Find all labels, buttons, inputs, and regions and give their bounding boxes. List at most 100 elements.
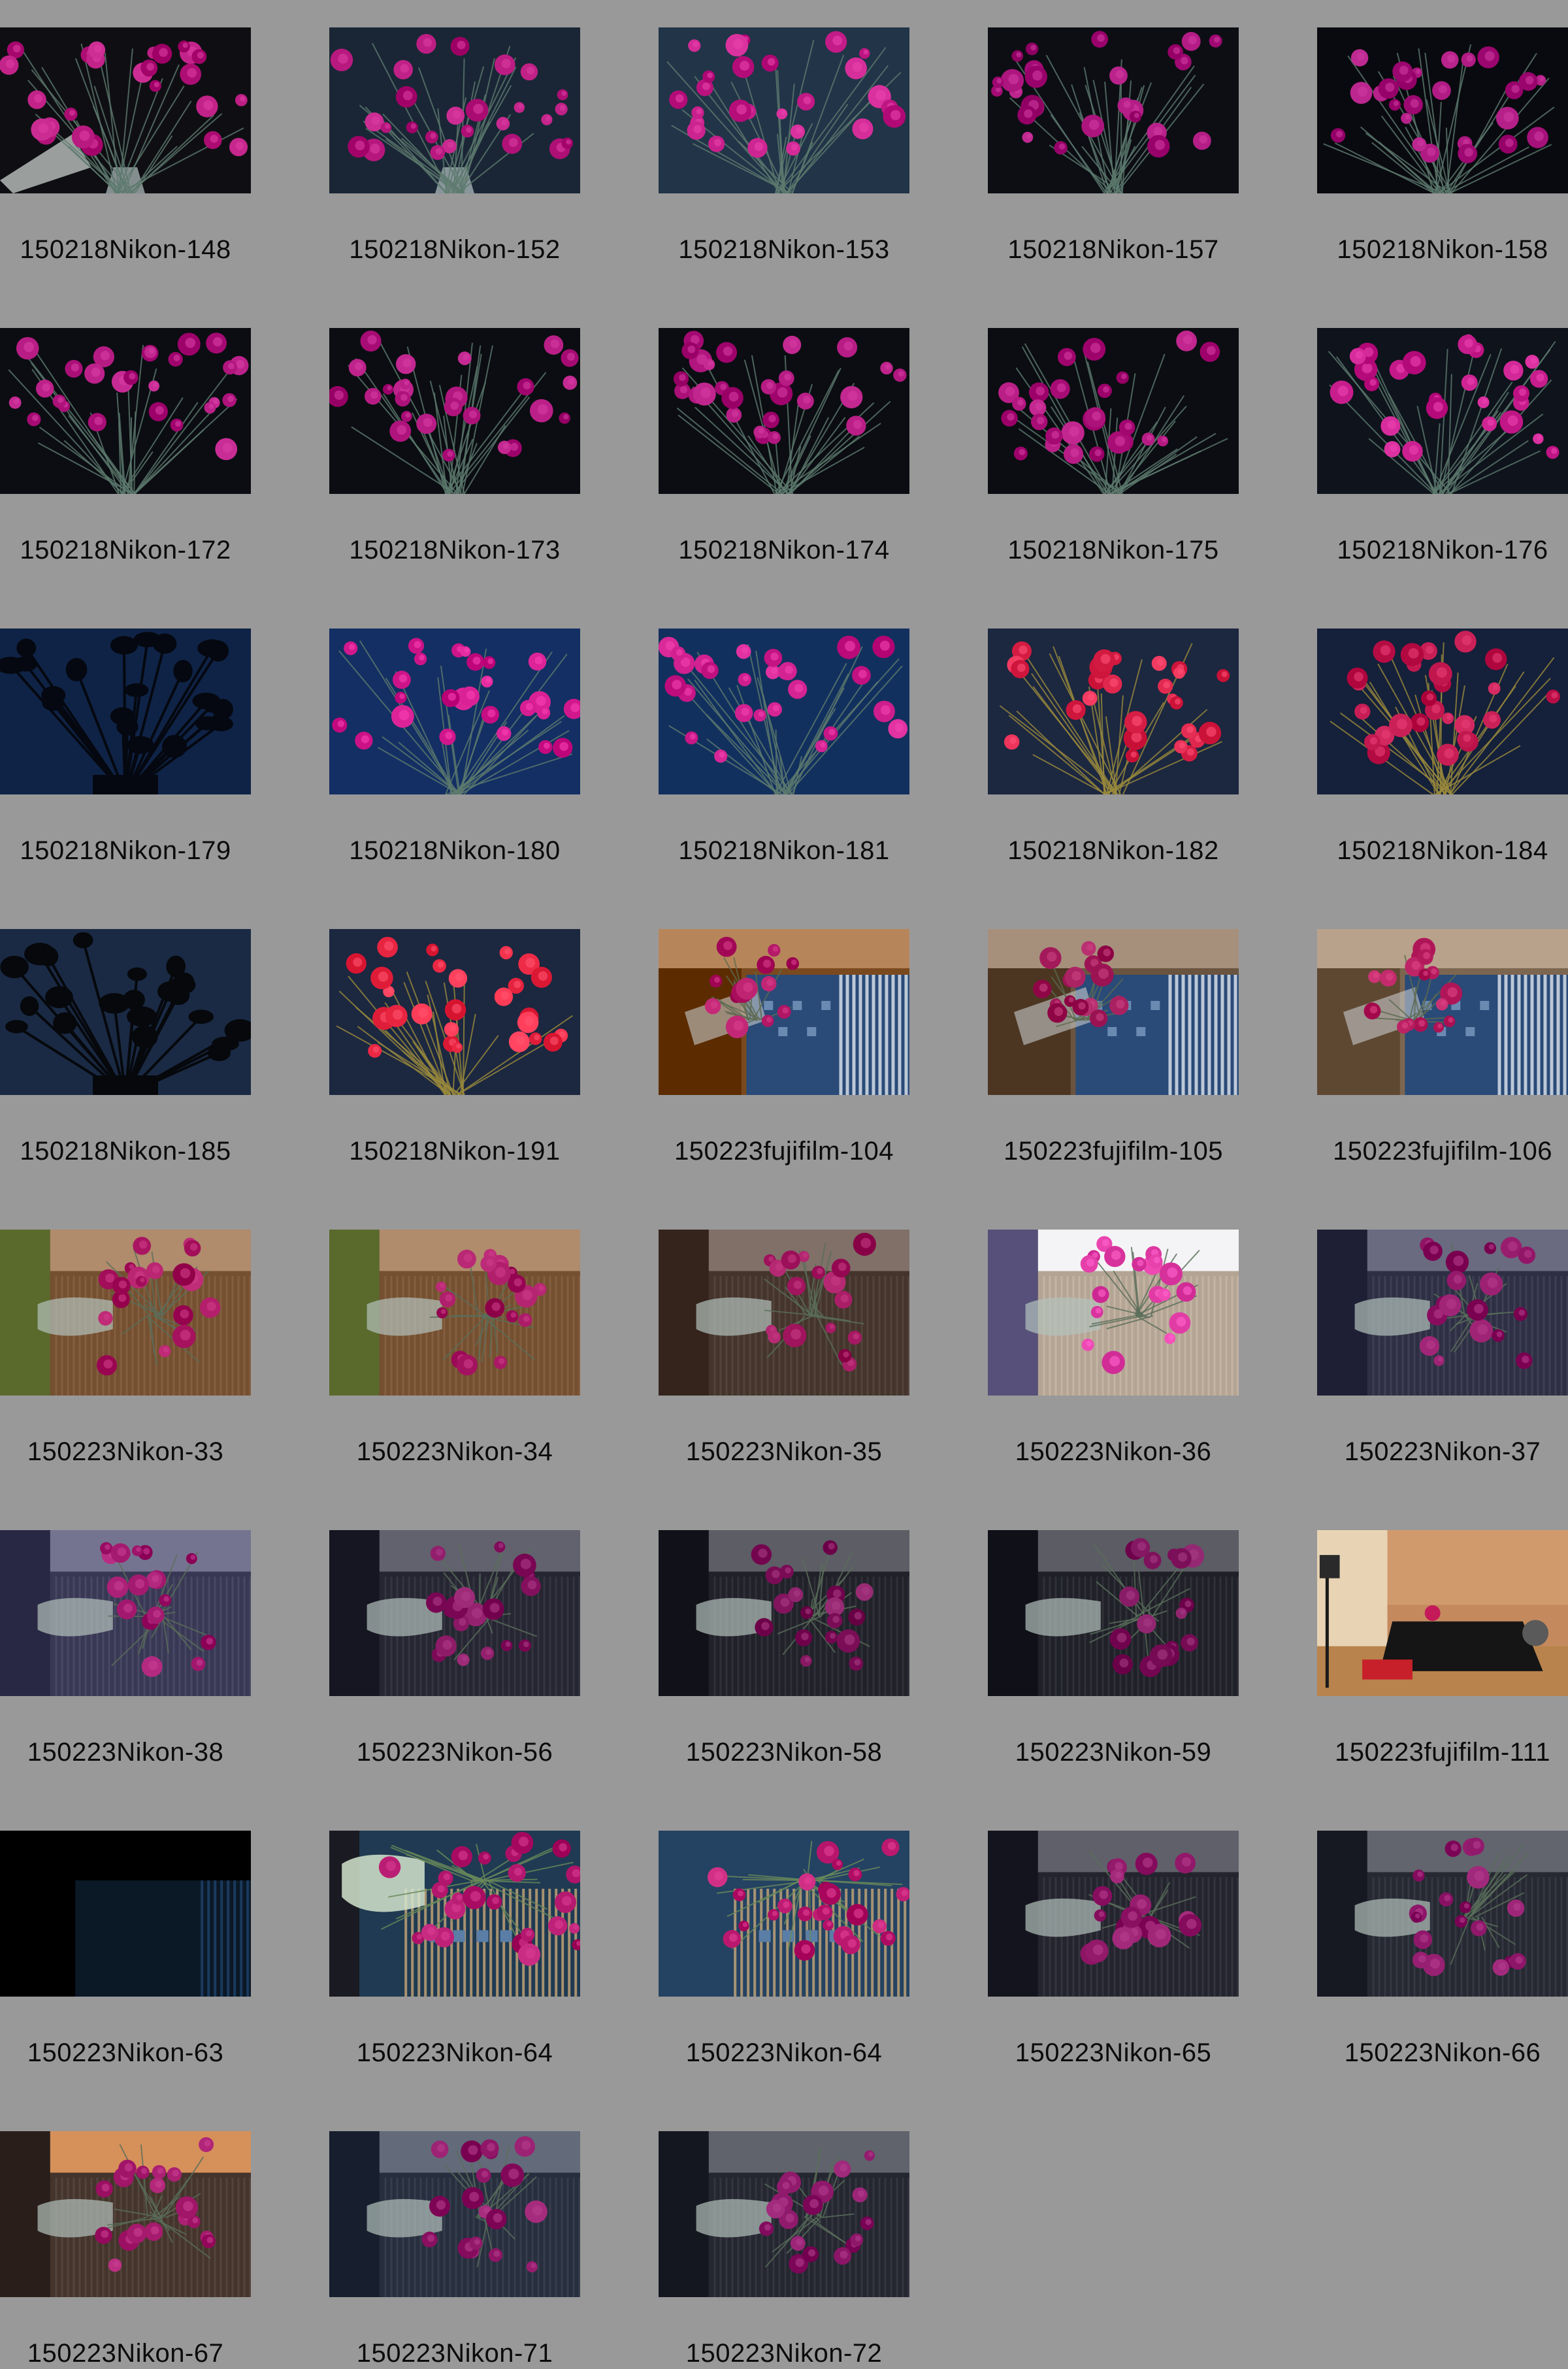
photo-thumbnail-image[interactable] — [1317, 1230, 1568, 1396]
photo-filename-label: 150218Nikon-184 — [1291, 835, 1568, 866]
photo-thumbnail-cell[interactable]: 150223Nikon-33 — [0, 1230, 251, 1465]
photo-filename-label: 150223Nikon-56 — [303, 1737, 606, 1768]
photo-thumbnail-image[interactable] — [0, 2131, 251, 2297]
photo-thumbnail-image[interactable] — [988, 1530, 1239, 1696]
photo-thumbnail-cell[interactable]: 150223fujifilm-104 — [659, 929, 909, 1164]
photo-thumbnail-cell[interactable]: 150223fujifilm-111 — [1317, 1530, 1568, 1765]
photo-thumbnail-image[interactable] — [0, 328, 251, 494]
photo-filename-label: 150218Nikon-148 — [0, 234, 277, 265]
photo-thumbnail-image[interactable] — [1317, 1831, 1568, 1997]
photo-thumbnail-cell[interactable]: 150218Nikon-182 — [988, 629, 1239, 864]
photo-thumbnail-image[interactable] — [659, 1831, 909, 1997]
photo-thumbnail-cell[interactable]: 150218Nikon-153 — [659, 27, 909, 263]
photo-filename-label: 150223Nikon-37 — [1291, 1436, 1568, 1467]
photo-thumbnail-cell[interactable]: 150218Nikon-181 — [659, 629, 909, 864]
photo-thumbnail-cell[interactable]: 150218Nikon-172 — [0, 328, 251, 563]
photo-thumbnail-image[interactable] — [988, 27, 1239, 193]
photo-thumbnail-cell[interactable]: 150223Nikon-38 — [0, 1530, 251, 1765]
photo-thumbnail-image[interactable] — [0, 629, 251, 794]
photo-thumbnail-cell[interactable]: 150223Nikon-71 — [329, 2131, 580, 2366]
photo-thumbnail-cell[interactable]: 150218Nikon-179 — [0, 629, 251, 864]
photo-filename-label: 150218Nikon-152 — [303, 234, 606, 265]
photo-filename-label: 150218Nikon-158 — [1291, 234, 1568, 265]
photo-filename-label: 150223fujifilm-105 — [962, 1135, 1265, 1167]
photo-thumbnail-image[interactable] — [659, 27, 909, 193]
photo-thumbnail-image[interactable] — [1317, 328, 1568, 494]
photo-thumbnail-image[interactable] — [329, 1530, 580, 1696]
photo-thumbnail-cell[interactable]: 150218Nikon-176 — [1317, 328, 1568, 563]
photo-thumbnail-image[interactable] — [0, 929, 251, 1095]
photo-thumbnail-cell[interactable]: 150223Nikon-37 — [1317, 1230, 1568, 1465]
photo-thumbnail-cell[interactable]: 150218Nikon-184 — [1317, 629, 1568, 864]
photo-filename-label: 150218Nikon-185 — [0, 1135, 277, 1167]
photo-thumbnail-image[interactable] — [0, 27, 251, 193]
photo-filename-label: 150218Nikon-176 — [1291, 534, 1568, 566]
photo-thumbnail-cell[interactable]: 150218Nikon-157 — [988, 27, 1239, 263]
photo-thumbnail-cell[interactable]: 150218Nikon-191 — [329, 929, 580, 1164]
photo-thumbnail-image[interactable] — [329, 1831, 580, 1997]
photo-thumbnail-cell[interactable]: 150218Nikon-148 — [0, 27, 251, 263]
photo-thumbnail-image[interactable] — [329, 1230, 580, 1396]
photo-thumbnail-image[interactable] — [988, 328, 1239, 494]
photo-thumbnail-cell[interactable]: 150218Nikon-175 — [988, 328, 1239, 563]
photo-thumbnail-image[interactable] — [659, 929, 909, 1095]
photo-thumbnail-cell[interactable]: 150218Nikon-185 — [0, 929, 251, 1164]
photo-thumbnail-image[interactable] — [1317, 629, 1568, 794]
photo-thumbnail-image[interactable] — [988, 1831, 1239, 1997]
photo-thumbnail-cell[interactable]: 150223Nikon-72 — [659, 2131, 909, 2366]
photo-thumbnail-cell[interactable]: 150223Nikon-64 — [329, 1831, 580, 2066]
photo-thumbnail-cell[interactable]: 150218Nikon-174 — [659, 328, 909, 563]
photo-thumbnail-image[interactable] — [329, 27, 580, 193]
photo-thumbnail-cell[interactable]: 150223Nikon-34 — [329, 1230, 580, 1465]
photo-thumbnail-image[interactable] — [1317, 27, 1568, 193]
photo-filename-label: 150223Nikon-65 — [962, 2037, 1265, 2068]
photo-filename-label: 150218Nikon-191 — [303, 1135, 606, 1167]
photo-thumbnail-image[interactable] — [0, 1831, 251, 1997]
photo-thumbnail-cell[interactable]: 150223fujifilm-106 — [1317, 929, 1568, 1164]
contact-sheet: 150218Nikon-148150218Nikon-152150218Niko… — [0, 0, 1568, 2352]
photo-thumbnail-image[interactable] — [329, 2131, 580, 2297]
photo-thumbnail-cell[interactable]: 150223Nikon-58 — [659, 1530, 909, 1765]
photo-thumbnail-cell[interactable]: 150223fujifilm-105 — [988, 929, 1239, 1164]
photo-thumbnail-image[interactable] — [988, 629, 1239, 794]
photo-thumbnail-cell[interactable]: 150223Nikon-64 — [659, 1831, 909, 2066]
photo-thumbnail-cell[interactable]: 150218Nikon-180 — [329, 629, 580, 864]
photo-thumbnail-image[interactable] — [659, 1530, 909, 1696]
photo-filename-label: 150223Nikon-64 — [303, 2037, 606, 2068]
photo-thumbnail-image[interactable] — [988, 1230, 1239, 1396]
photo-filename-label: 150223Nikon-59 — [962, 1737, 1265, 1768]
photo-filename-label: 150223Nikon-72 — [632, 2338, 936, 2369]
photo-thumbnail-image[interactable] — [659, 328, 909, 494]
photo-thumbnail-image[interactable] — [0, 1230, 251, 1396]
photo-thumbnail-image[interactable] — [1317, 1530, 1568, 1696]
photo-thumbnail-image[interactable] — [659, 1230, 909, 1396]
photo-thumbnail-cell[interactable]: 150223Nikon-56 — [329, 1530, 580, 1765]
photo-filename-label: 150218Nikon-180 — [303, 835, 606, 866]
photo-thumbnail-cell[interactable]: 150223Nikon-67 — [0, 2131, 251, 2366]
photo-thumbnail-cell[interactable]: 150218Nikon-158 — [1317, 27, 1568, 263]
photo-thumbnail-cell[interactable]: 150223Nikon-36 — [988, 1230, 1239, 1465]
photo-filename-label: 150223Nikon-38 — [0, 1737, 277, 1768]
photo-thumbnail-image[interactable] — [329, 929, 580, 1095]
photo-filename-label: 150223Nikon-34 — [303, 1436, 606, 1467]
photo-filename-label: 150223Nikon-63 — [0, 2037, 277, 2068]
photo-filename-label: 150223Nikon-67 — [0, 2338, 277, 2369]
photo-filename-label: 150223fujifilm-106 — [1291, 1135, 1568, 1167]
photo-thumbnail-image[interactable] — [659, 2131, 909, 2297]
photo-thumbnail-cell[interactable]: 150223Nikon-35 — [659, 1230, 909, 1465]
photo-thumbnail-cell[interactable]: 150218Nikon-152 — [329, 27, 580, 263]
photo-thumbnail-image[interactable] — [659, 629, 909, 794]
photo-thumbnail-cell[interactable]: 150223Nikon-66 — [1317, 1831, 1568, 2066]
photo-thumbnail-cell[interactable]: 150223Nikon-65 — [988, 1831, 1239, 2066]
photo-thumbnail-image[interactable] — [329, 629, 580, 794]
photo-thumbnail-image[interactable] — [1317, 929, 1568, 1095]
photo-thumbnail-image[interactable] — [988, 929, 1239, 1095]
photo-thumbnail-image[interactable] — [329, 328, 580, 494]
photo-thumbnail-cell[interactable]: 150223Nikon-63 — [0, 1831, 251, 2066]
photo-filename-label: 150218Nikon-173 — [303, 534, 606, 566]
photo-thumbnail-cell[interactable]: 150218Nikon-173 — [329, 328, 580, 563]
photo-filename-label: 150223fujifilm-104 — [632, 1135, 936, 1167]
photo-filename-label: 150223Nikon-33 — [0, 1436, 277, 1467]
photo-thumbnail-image[interactable] — [0, 1530, 251, 1696]
photo-thumbnail-cell[interactable]: 150223Nikon-59 — [988, 1530, 1239, 1765]
